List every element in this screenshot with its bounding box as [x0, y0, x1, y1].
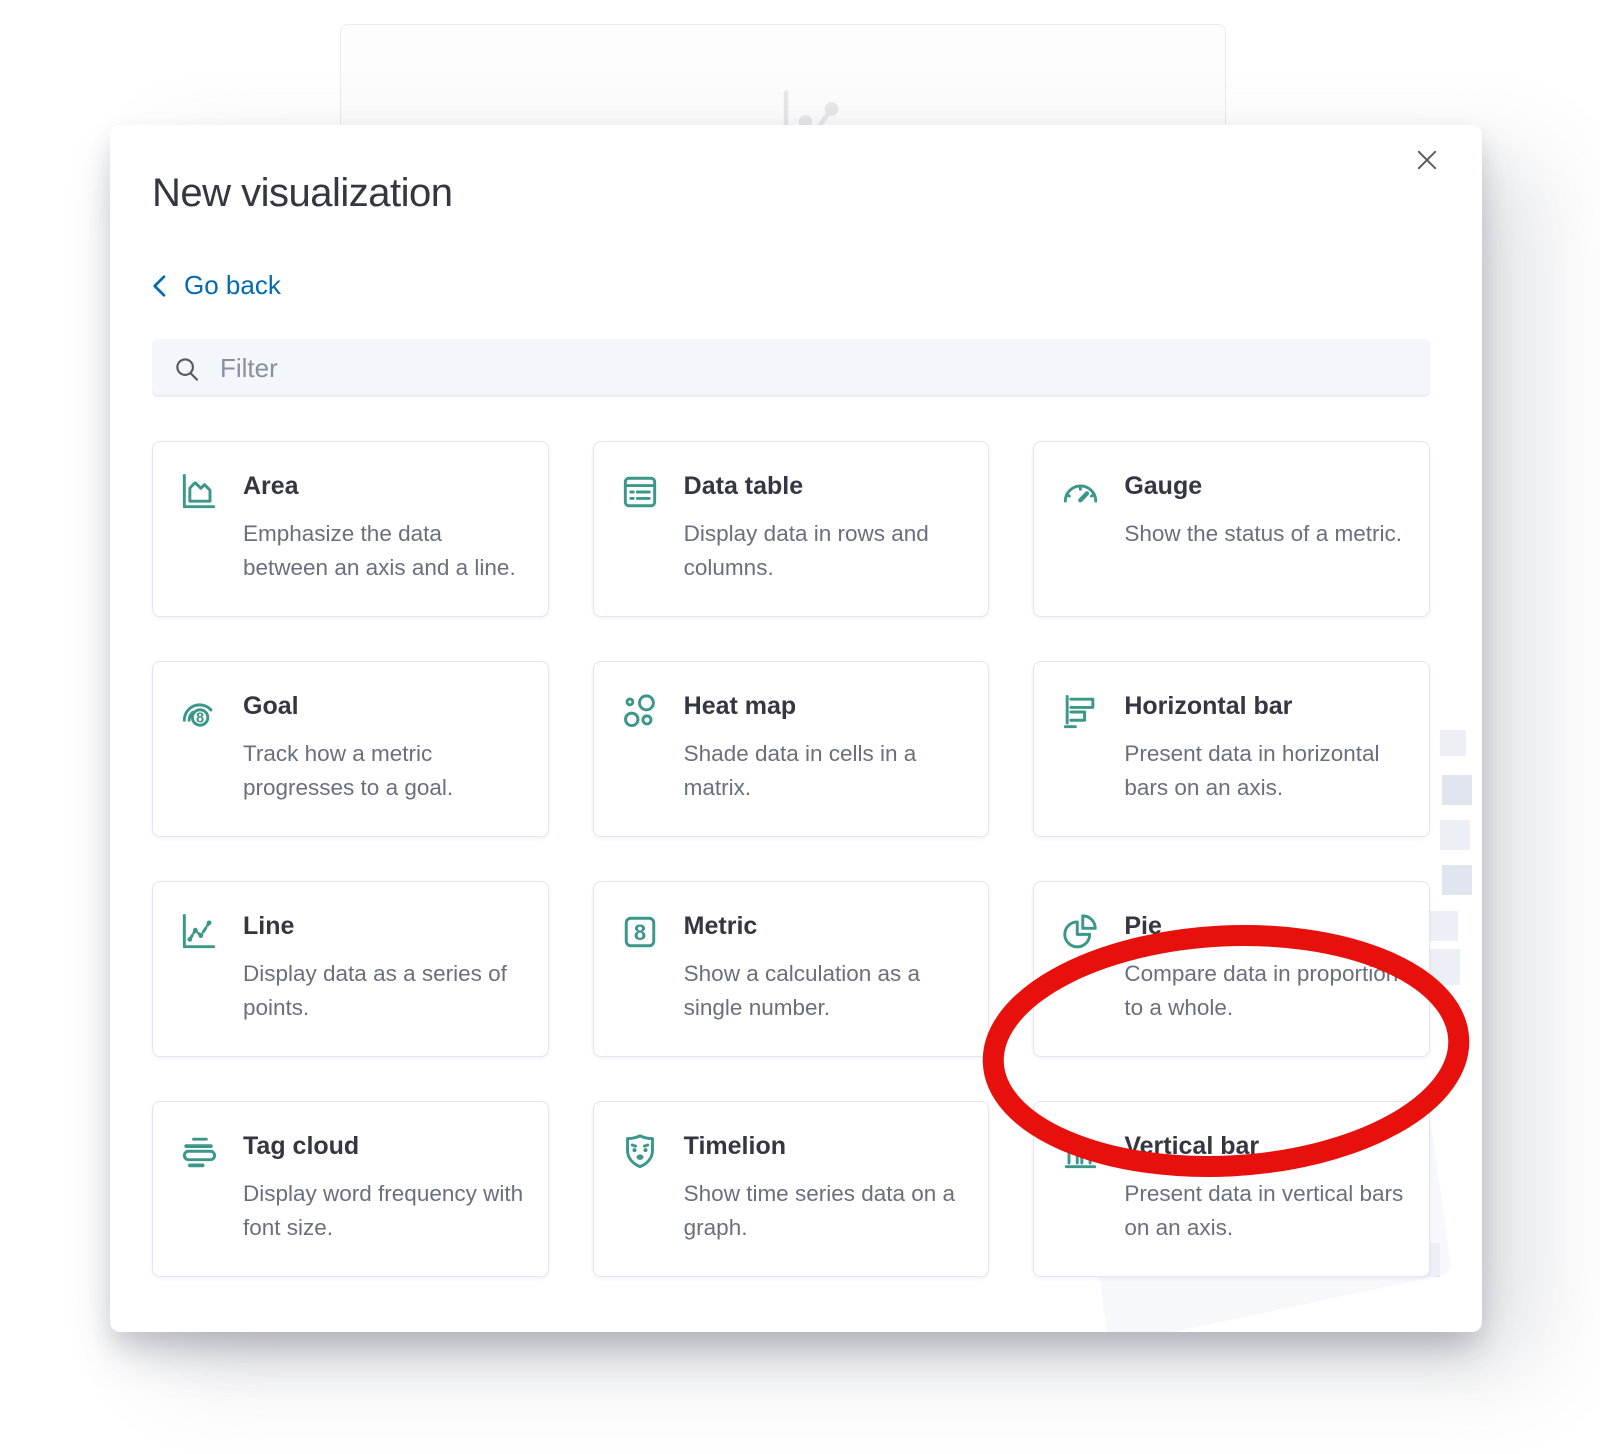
viz-card-metric[interactable]: 8 Metric Show a calculation as a single …	[593, 881, 990, 1057]
area-chart-icon	[177, 470, 221, 514]
card-description: Show the status of a metric.	[1124, 517, 1402, 551]
viz-card-timelion[interactable]: Timelion Show time series data on a grap…	[593, 1101, 990, 1277]
card-title: Heat map	[684, 692, 965, 721]
chevron-left-icon	[152, 273, 168, 299]
go-back-label: Go back	[184, 270, 281, 301]
new-visualization-modal: New visualization Go back	[110, 125, 1482, 1332]
card-description: Shade data in cells in a matrix.	[684, 737, 965, 805]
card-description: Show time series data on a graph.	[684, 1177, 965, 1245]
viz-card-goal[interactable]: 8 Goal Track how a metric progresses to …	[152, 661, 549, 837]
viz-card-vertical-bar[interactable]: Vertical bar Present data in vertical ba…	[1033, 1101, 1430, 1277]
card-description: Present data in horizontal bars on an ax…	[1124, 737, 1405, 805]
page-title: New visualization	[152, 171, 1430, 216]
card-title: Pie	[1124, 912, 1405, 941]
viz-card-horizontal-bar[interactable]: Horizontal bar Present data in horizonta…	[1033, 661, 1430, 837]
gauge-icon	[1058, 470, 1102, 514]
viz-card-area[interactable]: Area Emphasize the data between an axis …	[152, 441, 549, 617]
metric-icon: 8	[618, 910, 662, 954]
card-description: Track how a metric progresses to a goal.	[243, 737, 524, 805]
card-title: Tag cloud	[243, 1132, 524, 1161]
viz-card-pie[interactable]: Pie Compare data in proportion to a whol…	[1033, 881, 1430, 1057]
card-title: Goal	[243, 692, 524, 721]
card-description: Compare data in proportion to a whole.	[1124, 957, 1405, 1025]
card-title: Timelion	[684, 1132, 965, 1161]
viz-card-line[interactable]: Line Display data as a series of points.	[152, 881, 549, 1057]
card-description: Display word frequency with font size.	[243, 1177, 524, 1245]
card-title: Gauge	[1124, 472, 1402, 501]
timelion-icon	[618, 1130, 662, 1174]
tag-cloud-icon	[177, 1130, 221, 1174]
viz-card-gauge[interactable]: Gauge Show the status of a metric.	[1033, 441, 1430, 617]
card-description: Display data as a series of points.	[243, 957, 524, 1025]
card-title: Area	[243, 472, 524, 501]
card-description: Show a calculation as a single number.	[684, 957, 965, 1025]
heat-map-icon	[618, 690, 662, 734]
horizontal-bar-icon	[1058, 690, 1102, 734]
goal-icon: 8	[177, 690, 221, 734]
line-chart-icon	[177, 910, 221, 954]
card-description: Present data in vertical bars on an axis…	[1124, 1177, 1405, 1245]
data-table-icon	[618, 470, 662, 514]
card-description: Emphasize the data between an axis and a…	[243, 517, 524, 585]
svg-text:8: 8	[634, 920, 646, 945]
pie-chart-icon	[1058, 910, 1102, 954]
card-description: Display data in rows and columns.	[684, 517, 965, 585]
visualization-type-grid: Area Emphasize the data between an axis …	[152, 441, 1430, 1277]
card-title: Metric	[684, 912, 965, 941]
go-back-link[interactable]: Go back	[152, 270, 281, 301]
card-title: Data table	[684, 472, 965, 501]
filter-input[interactable]	[152, 339, 1430, 397]
card-title: Horizontal bar	[1124, 692, 1405, 721]
viz-card-heat-map[interactable]: Heat map Shade data in cells in a matrix…	[593, 661, 990, 837]
close-icon[interactable]	[1410, 143, 1444, 177]
viz-card-tag-cloud[interactable]: Tag cloud Display word frequency with fo…	[152, 1101, 549, 1277]
card-title: Line	[243, 912, 524, 941]
card-title: Vertical bar	[1124, 1132, 1405, 1161]
viz-card-data-table[interactable]: Data table Display data in rows and colu…	[593, 441, 990, 617]
svg-text:8: 8	[196, 711, 204, 727]
vertical-bar-icon	[1058, 1130, 1102, 1174]
